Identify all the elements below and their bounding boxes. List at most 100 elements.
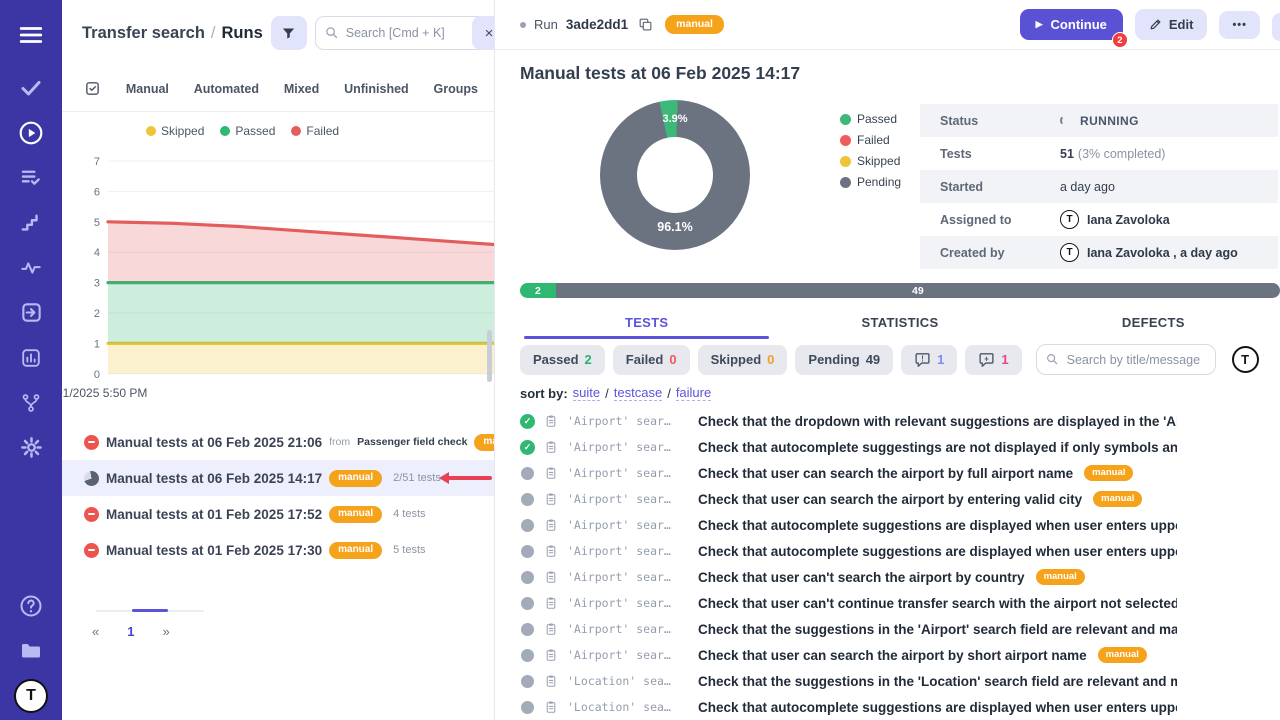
test-title[interactable]: Check that user can search the airport b… — [698, 466, 1073, 481]
test-row[interactable]: 'Airport' sear… Check that user can searc… — [495, 486, 1177, 512]
test-title[interactable]: Check that user can't continue transfer … — [698, 596, 1177, 611]
folder-icon[interactable] — [0, 628, 62, 673]
run-list-item[interactable]: Manual tests at 01 Feb 2025 17:52manual4… — [62, 496, 494, 532]
filter-count: 1 — [937, 352, 944, 367]
test-title[interactable]: Check that the suggestions in the 'Locat… — [698, 674, 1177, 689]
run-tab-manual[interactable]: Manual — [126, 82, 169, 96]
test-suite-name[interactable]: 'Airport' sear… — [567, 518, 689, 532]
activity-icon[interactable] — [0, 245, 62, 290]
check-icon[interactable] — [0, 65, 62, 110]
filter-pending-button[interactable]: Pending49 — [795, 345, 893, 375]
pagination-page-1[interactable]: 1 — [127, 624, 134, 639]
test-suite-name[interactable]: 'Airport' sear… — [567, 544, 689, 558]
filter-button[interactable] — [271, 16, 307, 50]
tab-statistics[interactable]: STATISTICS — [773, 307, 1026, 337]
test-title[interactable]: Check that autocomplete suggestions are … — [698, 518, 1177, 533]
skipped-dot — [146, 126, 156, 136]
user-name[interactable]: Iana Zavoloka , a day ago — [1087, 246, 1238, 260]
select-all-icon[interactable] — [84, 80, 101, 97]
bar-chart-icon[interactable] — [0, 335, 62, 380]
tab-tests[interactable]: TESTS — [520, 307, 773, 337]
test-suite-name[interactable]: 'Location' sea… — [567, 700, 689, 714]
test-title[interactable]: Check that autocomplete suggestings are … — [698, 440, 1177, 455]
help-icon[interactable] — [0, 583, 62, 628]
test-title[interactable]: Check that user can't search the airport… — [698, 570, 1025, 585]
test-suite-name[interactable]: 'Airport' sear… — [567, 492, 689, 506]
run-tab-unfinished[interactable]: Unfinished — [344, 82, 409, 96]
run-list-item[interactable]: Manual tests at 01 Feb 2025 17:30manual5… — [62, 532, 494, 568]
sort-by-failure[interactable]: failure — [676, 385, 711, 401]
sort-by-testcase[interactable]: testcase — [614, 385, 662, 401]
test-suite-name[interactable]: 'Airport' sear… — [567, 440, 689, 454]
test-row[interactable]: 'Airport' sear… Check that the suggestion… — [495, 616, 1177, 642]
copy-icon[interactable] — [638, 17, 653, 32]
test-suite-name[interactable]: 'Airport' sear… — [567, 570, 689, 584]
breadcrumb-parent[interactable]: Transfer search — [82, 24, 205, 43]
legend-label: Failed — [306, 124, 339, 138]
login-icon[interactable] — [0, 290, 62, 335]
test-title[interactable]: Check that the suggestions in the 'Airpo… — [698, 622, 1177, 637]
test-row[interactable]: 'Location' sea… Check that the suggestion… — [495, 668, 1177, 694]
run-list-item[interactable]: Manual tests at 06 Feb 2025 21:06fromPas… — [62, 424, 494, 460]
pagination-next-button[interactable]: » — [162, 624, 169, 639]
run-tab-groups[interactable]: Groups — [434, 82, 478, 96]
play-circle-icon[interactable] — [0, 110, 62, 155]
more-options-button[interactable]: ••• — [1219, 11, 1260, 39]
pending-dot-icon — [521, 519, 534, 532]
testcase-icon — [544, 674, 558, 688]
pagination-prev-button[interactable]: « — [92, 624, 99, 639]
comment-plus-filter-button[interactable]: +1 — [965, 345, 1021, 375]
run-label: Run — [534, 17, 558, 32]
tab-defects[interactable]: DEFECTS — [1027, 307, 1280, 337]
menu-icon[interactable] — [0, 12, 62, 57]
list-check-icon[interactable] — [0, 155, 62, 200]
run-tab-mixed[interactable]: Mixed — [284, 82, 319, 96]
filter-label: Pending — [808, 352, 859, 367]
logo-avatar[interactable]: T — [0, 673, 62, 718]
test-row[interactable]: 'Airport' sear… Check that user can searc… — [495, 642, 1177, 668]
gear-icon[interactable] — [0, 425, 62, 470]
branch-icon[interactable] — [0, 380, 62, 425]
test-title[interactable]: Check that user can search the airport b… — [698, 648, 1087, 663]
test-suite-name[interactable]: 'Airport' sear… — [567, 622, 689, 636]
run-actions: ▶ Continue 2 Edit ••• — [1020, 9, 1260, 40]
test-title[interactable]: Check that autocomplete suggestions are … — [698, 544, 1177, 559]
test-suite-name[interactable]: 'Airport' sear… — [567, 466, 689, 480]
test-suite-name[interactable]: 'Airport' sear… — [567, 648, 689, 662]
clear-search-button[interactable]: × — [472, 16, 495, 50]
filter-failed-button[interactable]: Failed0 — [613, 345, 690, 375]
overflow-button-sliver[interactable] — [1272, 13, 1280, 41]
test-row[interactable]: 'Airport' sear… Check that user can't con… — [495, 590, 1177, 616]
test-row[interactable]: ✓'Airport' sear…Check that the dropdown … — [495, 408, 1177, 434]
test-suite-name[interactable]: 'Airport' sear… — [567, 596, 689, 610]
run-list-item[interactable]: Manual tests at 06 Feb 2025 14:17manual2… — [62, 460, 494, 496]
steps-icon[interactable] — [0, 200, 62, 245]
continue-button[interactable]: ▶ Continue 2 — [1020, 9, 1123, 40]
filter-passed-button[interactable]: Passed2 — [520, 345, 605, 375]
test-row[interactable]: 'Location' sea… Check that autocomplete s… — [495, 694, 1177, 720]
comment-exclaim-filter-button[interactable]: !1 — [901, 345, 957, 375]
funnel-icon — [281, 26, 296, 41]
run-failed-icon — [84, 507, 99, 522]
run-tab-automated[interactable]: Automated — [194, 82, 259, 96]
edit-button[interactable]: Edit — [1135, 9, 1208, 40]
test-row[interactable]: 'Airport' sear… Check that user can't sea… — [495, 564, 1177, 590]
test-suite-name[interactable]: 'Airport' sear… — [567, 414, 689, 428]
test-title[interactable]: Check that the dropdown with relevant su… — [698, 414, 1177, 429]
test-title[interactable]: Check that autocomplete suggestions are … — [698, 700, 1177, 715]
test-row[interactable]: 'Airport' sear… Check that autocomplete s… — [495, 538, 1177, 564]
run-from-plan[interactable]: Passenger field check — [357, 436, 467, 448]
test-search-input[interactable] — [1036, 344, 1216, 375]
user-avatar-large[interactable]: T — [1232, 346, 1259, 373]
test-row[interactable]: ✓'Airport' sear…Check that autocomplete … — [495, 434, 1177, 460]
filter-skipped-button[interactable]: Skipped0 — [698, 345, 788, 375]
comment-plus-icon: + — [978, 351, 995, 368]
test-title[interactable]: Check that user can search the airport b… — [698, 492, 1082, 507]
test-row[interactable]: 'Airport' sear… Check that autocomplete s… — [495, 512, 1177, 538]
test-suite-name[interactable]: 'Location' sea… — [567, 674, 689, 688]
runs-search-input[interactable] — [315, 16, 486, 50]
user-name[interactable]: Iana Zavoloka — [1087, 213, 1170, 227]
scrollbar-thumb[interactable] — [487, 330, 492, 382]
sort-by-suite[interactable]: suite — [573, 385, 600, 401]
test-row[interactable]: 'Airport' sear… Check that user can searc… — [495, 460, 1177, 486]
